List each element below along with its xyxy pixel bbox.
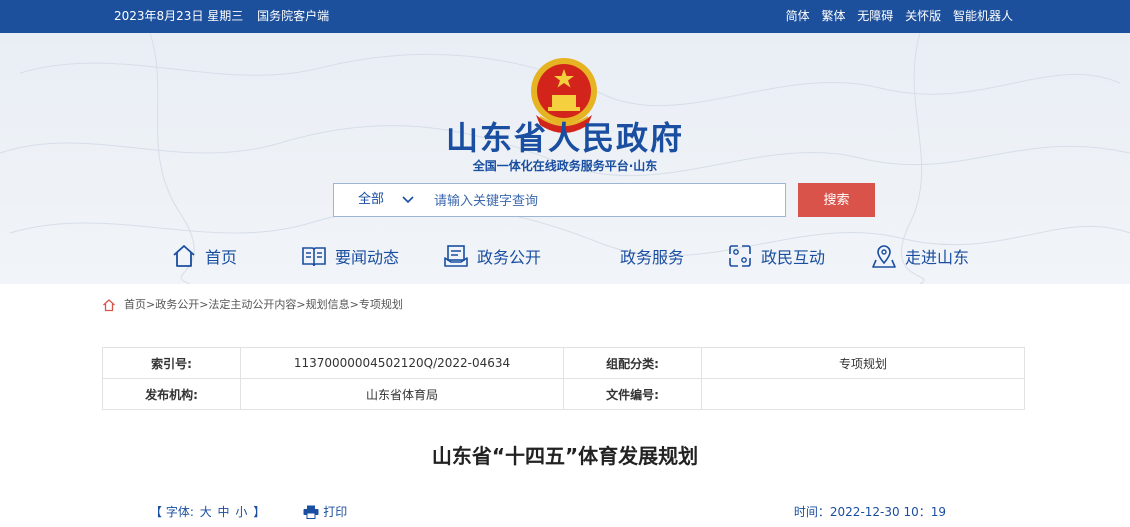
nav-label-shandong: 走进山东: [905, 248, 970, 267]
book-icon: [302, 247, 326, 267]
search-box: 全部: [333, 183, 786, 217]
location-icon: [872, 245, 896, 268]
nav-label-news: 要闻动态: [335, 248, 400, 267]
nav-item-interaction[interactable]: 政民互动: [727, 238, 825, 274]
nav-item-open-affairs[interactable]: 政务公开: [443, 238, 541, 274]
category-value: 专项规划: [701, 347, 1025, 379]
robot-link[interactable]: 智能机器人: [953, 9, 1013, 23]
site-subtitle: 全国一体化在线政务服务平台·山东: [472, 159, 658, 173]
state-council-client-link[interactable]: 国务院客户端: [257, 9, 329, 23]
search-scope-select[interactable]: 全部: [334, 184, 424, 216]
main-nav: 首页 要闻动态 政务公开 政务服务 政民互动 走进山东: [0, 238, 1130, 274]
index-value: 11370000004502120Q/2022-04634: [240, 347, 564, 379]
font-size-prefix: 【 字体:: [150, 505, 194, 519]
top-bar-links: 简体 繁体 无障碍 关怀版 智能机器人: [778, 0, 1013, 33]
simplified-link[interactable]: 简体: [786, 9, 810, 23]
search-input[interactable]: [434, 190, 774, 212]
home-icon: [173, 245, 195, 267]
breadcrumb-path[interactable]: 首页>政务公开>法定主动公开内容>规划信息>专项规划: [124, 297, 403, 313]
top-bar: 2023年8月23日 星期三 国务院客户端 简体 繁体 无障碍 关怀版 智能机器…: [0, 0, 1130, 33]
publish-time: 时间：2022-12-30 10：19: [793, 505, 946, 519]
nav-item-home[interactable]: 首页: [171, 238, 237, 274]
home-icon[interactable]: [102, 298, 116, 312]
print-button[interactable]: 打印: [303, 503, 347, 520]
nav-item-services[interactable]: 政务服务: [620, 238, 684, 274]
document-icon: [444, 245, 468, 267]
printer-icon: [303, 505, 319, 519]
nav-label-home: 首页: [205, 248, 238, 267]
category-label: 组配分类:: [563, 347, 702, 379]
nav-label-open-affairs: 政务公开: [477, 248, 542, 267]
nav-item-shandong[interactable]: 走进山东: [871, 238, 969, 274]
nav-item-news[interactable]: 要闻动态: [301, 238, 399, 274]
top-bar-left: 2023年8月23日 星期三 国务院客户端: [114, 0, 339, 33]
breadcrumb: 首页>政务公开>法定主动公开内容>规划信息>专项规划: [102, 297, 403, 313]
document-title: 山东省“十四五”体育发展规划: [431, 444, 699, 468]
font-size-medium[interactable]: 中: [218, 505, 230, 519]
publisher-value: 山东省体育局: [240, 378, 564, 410]
nav-label-services: 政务服务: [620, 248, 685, 267]
table-row: 发布机构: 山东省体育局 文件编号:: [102, 378, 1025, 410]
accessibility-link[interactable]: 无障碍: [857, 9, 893, 23]
site-banner: 山东省人民政府 全国一体化在线政务服务平台·山东 全部 搜索 首页 要闻动态: [0, 33, 1130, 284]
interaction-icon: [729, 245, 751, 267]
document-number-label: 文件编号:: [563, 378, 702, 410]
search-scope-label: 全部: [358, 192, 385, 207]
nav-label-interaction: 政民互动: [761, 248, 826, 267]
article-tools: 【 字体: 大 中 小 】 打印: [150, 503, 347, 520]
document-meta-table: 索引号: 11370000004502120Q/2022-04634 组配分类:…: [102, 347, 1025, 410]
publisher-label: 发布机构:: [102, 378, 241, 410]
search-button[interactable]: 搜索: [798, 183, 875, 217]
table-row: 索引号: 11370000004502120Q/2022-04634 组配分类:…: [102, 347, 1025, 379]
site-title: 山东省人民政府: [445, 119, 684, 157]
font-size-small[interactable]: 小: [235, 505, 247, 519]
document-number-value: [701, 378, 1025, 410]
current-date: 2023年8月23日 星期三: [114, 9, 244, 23]
font-size-large[interactable]: 大: [200, 505, 212, 519]
index-label: 索引号:: [102, 347, 241, 379]
traditional-link[interactable]: 繁体: [821, 9, 845, 23]
font-size-switcher: 【 字体: 大 中 小 】: [150, 503, 267, 520]
chevron-down-icon: [401, 184, 415, 228]
print-label: 打印: [323, 505, 348, 519]
font-size-suffix: 】: [253, 505, 266, 519]
care-mode-link[interactable]: 关怀版: [905, 9, 941, 23]
